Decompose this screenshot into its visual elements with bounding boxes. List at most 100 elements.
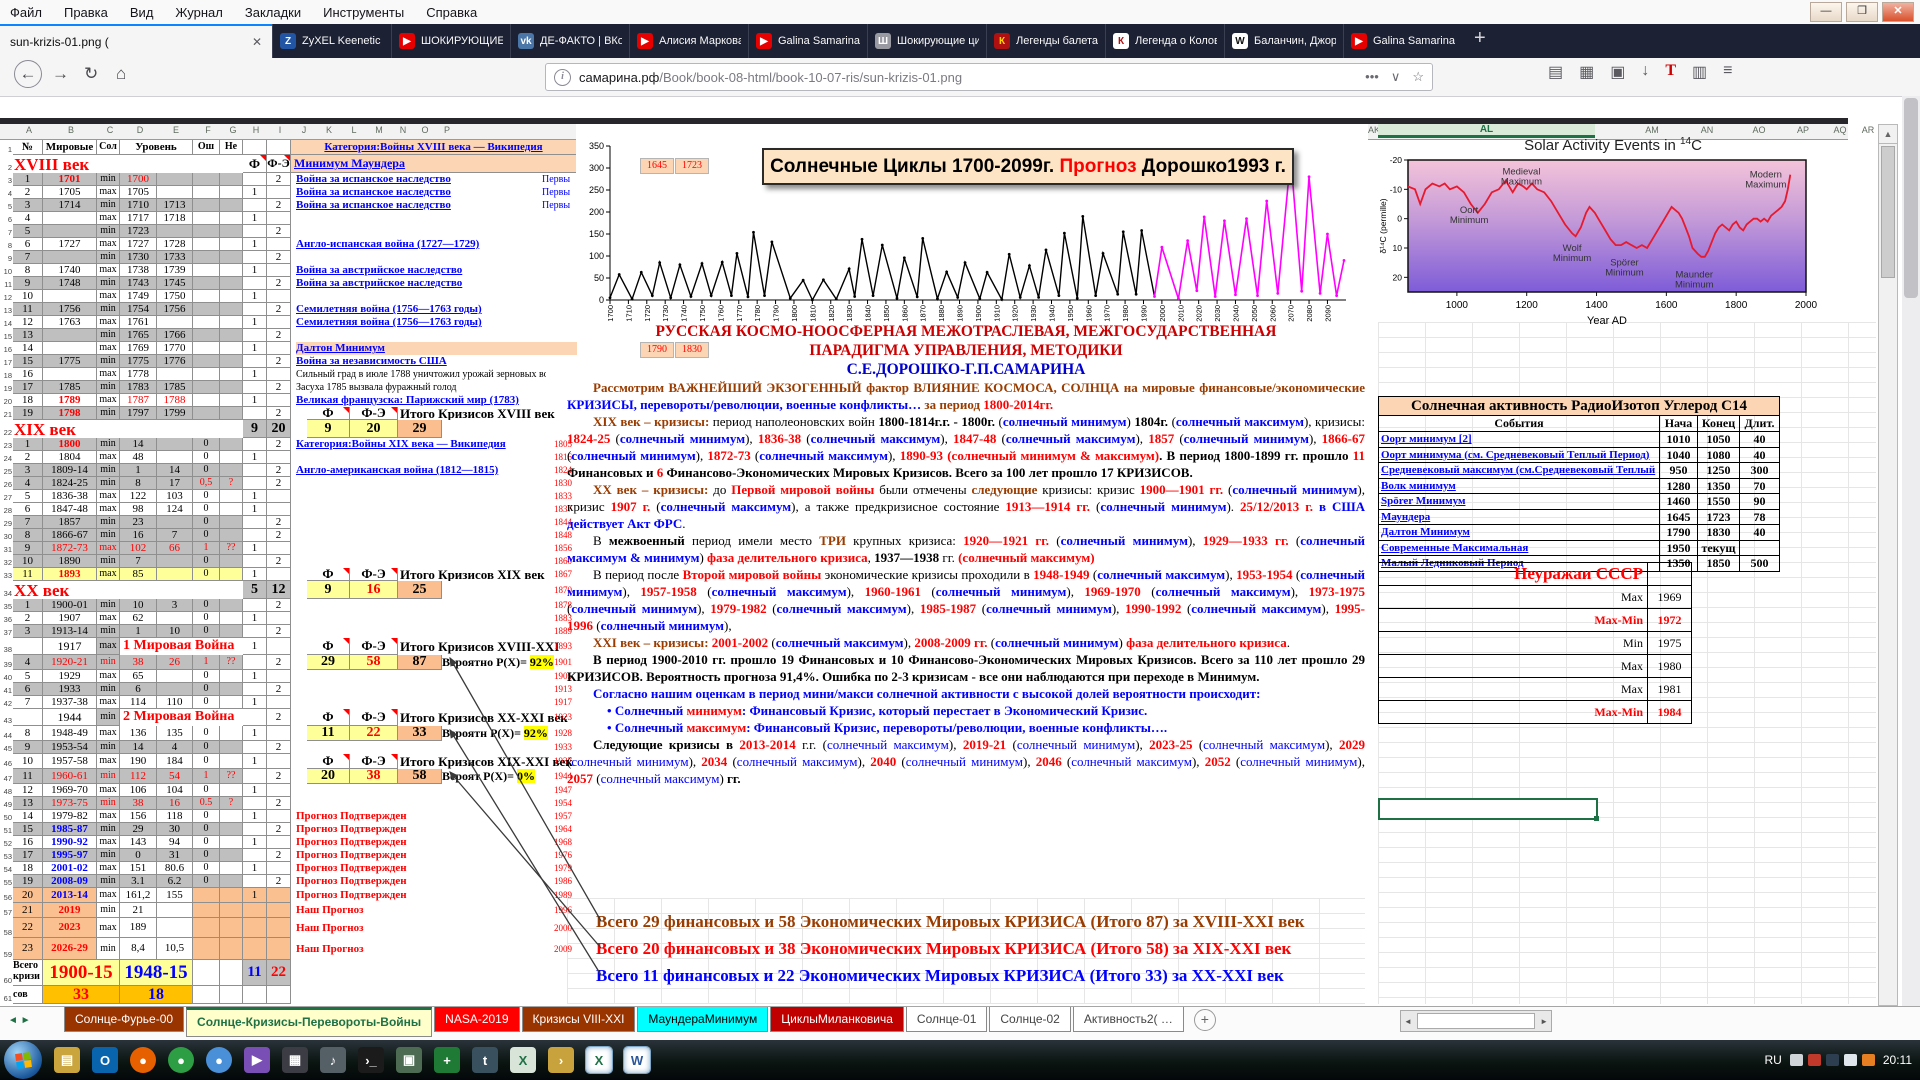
sheet-tab[interactable]: NASA-2019 <box>434 1007 519 1032</box>
browser-tab[interactable]: WБаланчин, Джорд <box>1224 24 1343 58</box>
cell: 26 <box>157 655 193 670</box>
menu-item[interactable]: Журнал <box>175 5 222 20</box>
menu-item[interactable]: Файл <box>10 5 42 20</box>
library-icon[interactable]: ▤ <box>1548 62 1563 82</box>
excel-doc-icon[interactable]: X <box>510 1047 536 1073</box>
sheet-tab[interactable]: Солнце-01 <box>906 1007 987 1032</box>
word-icon[interactable]: W <box>624 1047 650 1073</box>
table-row: 61сов3318 <box>0 986 578 1004</box>
cell <box>267 212 291 225</box>
urlbar-icon[interactable]: ••• <box>1365 69 1379 84</box>
tab-favicon: Z <box>280 33 296 49</box>
sidebar-icon[interactable]: ▦ <box>1579 62 1594 82</box>
reading-list-icon[interactable]: ▥ <box>1692 62 1707 82</box>
download-icon[interactable]: ↓ <box>1641 62 1649 82</box>
pocket-icon[interactable]: ▣ <box>1610 62 1625 82</box>
browser-tab[interactable]: КЛегенда о Колов <box>1105 24 1224 58</box>
excel-icon[interactable]: X <box>586 1047 612 1073</box>
display-tray-icon[interactable] <box>1790 1054 1803 1066</box>
menu-item[interactable]: Справка <box>426 5 477 20</box>
row-number: 22 <box>0 428 12 437</box>
urlbar-icon[interactable]: ∨ <box>1391 69 1401 84</box>
flag-tray-icon[interactable] <box>1808 1054 1821 1066</box>
sheet-vscrollbar[interactable]: ▲ <box>1878 124 1898 1006</box>
cell <box>243 140 267 155</box>
new-tab-button[interactable]: + <box>1462 24 1498 58</box>
device-icon[interactable]: ▣ <box>396 1047 422 1073</box>
row-note: Англо-испанская война (1727—1729) <box>296 238 546 251</box>
cell <box>220 407 243 420</box>
urlbar-icon[interactable]: ☆ <box>1412 69 1424 84</box>
browser-tab[interactable]: ▶ШОКИРУЮЩИЕ <box>391 24 510 58</box>
site-info-icon[interactable]: i <box>554 69 571 86</box>
cell: 2 <box>267 303 291 316</box>
browser-tab[interactable]: ШШокирующие ци <box>867 24 986 58</box>
minimize-button[interactable]: — <box>1810 2 1842 22</box>
clock[interactable]: 20:11 <box>1883 1053 1912 1067</box>
chrome-icon[interactable]: ● <box>206 1047 232 1073</box>
menu-item[interactable]: Закладки <box>245 5 301 20</box>
outlook-icon[interactable]: O <box>92 1047 118 1073</box>
browser-tab[interactable]: ▶Galina Samarina - <box>1343 24 1462 58</box>
sheet-tab[interactable]: Активность2( … <box>1073 1007 1184 1032</box>
firefox-icon[interactable]: ● <box>130 1047 156 1073</box>
sheet-tab[interactable]: ЦиклыМиланковича <box>770 1007 904 1032</box>
translate-icon[interactable]: T <box>1665 62 1676 82</box>
svg-text:100: 100 <box>589 251 604 261</box>
browser-tab[interactable]: ZZyXEL Keenetic O <box>272 24 391 58</box>
media-icon[interactable]: ▶ <box>244 1047 270 1073</box>
sheet-tab[interactable]: МаундераМинимум <box>637 1007 768 1032</box>
audio-icon[interactable]: ♪ <box>320 1047 346 1073</box>
reload-button[interactable]: ↻ <box>84 64 98 84</box>
menu-icon[interactable]: ≡ <box>1723 62 1732 82</box>
cell: 0 <box>193 823 220 836</box>
active-tab[interactable]: sun-krizis-01.png ( ✕ <box>0 24 272 58</box>
hscroll-right-icon[interactable]: ► <box>1537 1017 1551 1026</box>
forward-button[interactable]: → <box>52 64 69 84</box>
browser-tab[interactable]: vkДЕ-ФАКТО | ВКон <box>510 24 629 58</box>
browser-tab[interactable]: ▶Алисия Маркова <box>629 24 748 58</box>
restore-button[interactable]: ❐ <box>1846 2 1878 22</box>
cell <box>220 464 243 477</box>
url-bar[interactable]: i самарина.рф /Book/book-08-html/book-10… <box>545 63 1433 91</box>
browser-tab[interactable]: КЛегенды балета <box>986 24 1105 58</box>
security-icon[interactable]: + <box>434 1047 460 1073</box>
close-button[interactable]: ✕ <box>1882 2 1914 22</box>
svg-text:1760: 1760 <box>716 305 725 322</box>
phone-icon[interactable]: t <box>472 1047 498 1073</box>
sheet-tab[interactable]: Солнце-02 <box>989 1007 1070 1032</box>
hscroll-left-icon[interactable]: ◄ <box>1401 1017 1415 1026</box>
terminal-icon[interactable]: ›_ <box>358 1047 384 1073</box>
tab-close-icon[interactable]: ✕ <box>252 35 262 49</box>
sheet-tab[interactable]: Солнце-Фурье-00 <box>64 1007 184 1032</box>
browser-tab[interactable]: ▶Galina Samarina - <box>748 24 867 58</box>
green-app-icon[interactable]: ● <box>168 1047 194 1073</box>
update-tray-icon[interactable] <box>1862 1054 1875 1066</box>
start-button[interactable] <box>4 1041 42 1079</box>
back-button[interactable]: ← <box>14 60 42 88</box>
action-tray-icon[interactable] <box>1826 1054 1839 1066</box>
cell: 7 <box>157 529 193 542</box>
selected-cell <box>1378 798 1598 820</box>
hscroll-thumb[interactable] <box>1417 1013 1535 1029</box>
sheet-tab[interactable]: Солнце-Кризисы-Перевороты-Войны <box>186 1007 432 1037</box>
sheet-tab[interactable]: Кризисы VIII-XXI <box>522 1007 636 1032</box>
send-icon[interactable]: › <box>548 1047 574 1073</box>
page-action-icons[interactable]: ••• ∨ ☆ <box>1353 69 1424 85</box>
cell <box>220 599 243 612</box>
volume-tray-icon[interactable] <box>1844 1054 1857 1066</box>
cell: 2 <box>267 225 291 238</box>
cell: Ош <box>193 140 220 155</box>
add-sheet-button[interactable]: + <box>1194 1009 1216 1031</box>
menu-item[interactable]: Инструменты <box>323 5 404 20</box>
explorer-icon[interactable]: ▤ <box>54 1047 80 1073</box>
language-indicator[interactable]: RU <box>1765 1053 1782 1067</box>
sheet-hscrollbar[interactable]: ◄► <box>1400 1010 1552 1032</box>
sheet-nav-arrows[interactable]: ◄ ► <box>8 1015 31 1026</box>
browser-scrollbar[interactable] <box>1902 96 1920 1040</box>
menu-item[interactable]: Правка <box>64 5 108 20</box>
home-button[interactable]: ⌂ <box>116 64 126 84</box>
display-icon[interactable]: ▦ <box>282 1047 308 1073</box>
crop-table-row: Max-Min1984 <box>1378 701 1692 724</box>
menu-item[interactable]: Вид <box>130 5 154 20</box>
